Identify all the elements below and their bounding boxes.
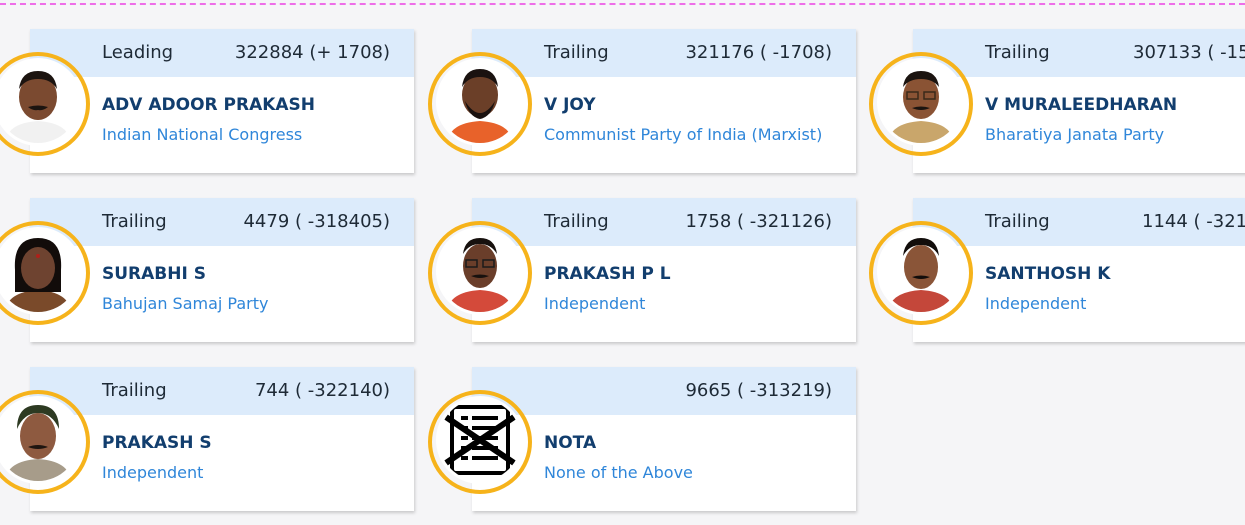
candidate-party: Bahujan Samaj Party (102, 294, 269, 313)
candidate-avatar (428, 52, 532, 156)
candidate-votes: 1144 ( -32174 (1142, 211, 1245, 232)
candidate-name: SURABHI S (102, 264, 206, 284)
candidate-status: Trailing (544, 42, 609, 63)
candidate-party: Independent (985, 294, 1087, 313)
top-divider (0, 3, 1245, 5)
candidate-status: Trailing (102, 211, 167, 232)
candidate-party: Independent (102, 463, 204, 482)
candidate-party: Communist Party of India (Marxist) (544, 125, 823, 144)
candidate-party: None of the Above (544, 463, 693, 482)
candidate-party: Independent (544, 294, 646, 313)
candidate-status: Trailing (102, 380, 167, 401)
candidate-name: NOTA (544, 433, 597, 453)
candidate-name: PRAKASH S (102, 433, 212, 453)
candidate-votes: 322884 (+ 1708) (234, 42, 390, 63)
candidate-name: ADV ADOOR PRAKASH (102, 95, 316, 115)
candidate-avatar (0, 52, 90, 156)
candidate-avatar (428, 390, 532, 494)
candidate-name: V MURALEEDHARAN (985, 95, 1178, 115)
candidate-party: Indian National Congress (102, 125, 303, 144)
candidate-photo (436, 227, 524, 315)
candidate-avatar (869, 52, 973, 156)
candidate-votes: 9665 ( -313219) (685, 380, 832, 401)
candidate-votes: 307133 ( -157 (1133, 42, 1245, 63)
candidate-name: V JOY (544, 95, 596, 115)
candidate-avatar (0, 221, 90, 325)
candidate-name: PRAKASH P L (544, 264, 671, 284)
candidate-name: SANTHOSH K (985, 264, 1111, 284)
candidate-photo (436, 58, 524, 146)
candidate-status: Trailing (544, 211, 609, 232)
candidate-votes: 744 ( -322140) (254, 380, 390, 401)
candidate-photo (877, 227, 965, 315)
nota-icon (436, 396, 524, 484)
candidate-photo (877, 58, 965, 146)
candidate-avatar (428, 221, 532, 325)
candidate-votes: 1758 ( -321126) (685, 211, 832, 232)
candidate-party: Bharatiya Janata Party (985, 125, 1165, 144)
candidate-status: Leading (102, 42, 174, 63)
candidate-avatar (869, 221, 973, 325)
candidate-votes: 4479 ( -318405) (243, 211, 390, 232)
candidate-status: Trailing (985, 211, 1050, 232)
candidate-votes: 321176 ( -1708) (685, 42, 832, 63)
candidate-avatar (0, 390, 90, 494)
candidate-status: Trailing (985, 42, 1050, 63)
